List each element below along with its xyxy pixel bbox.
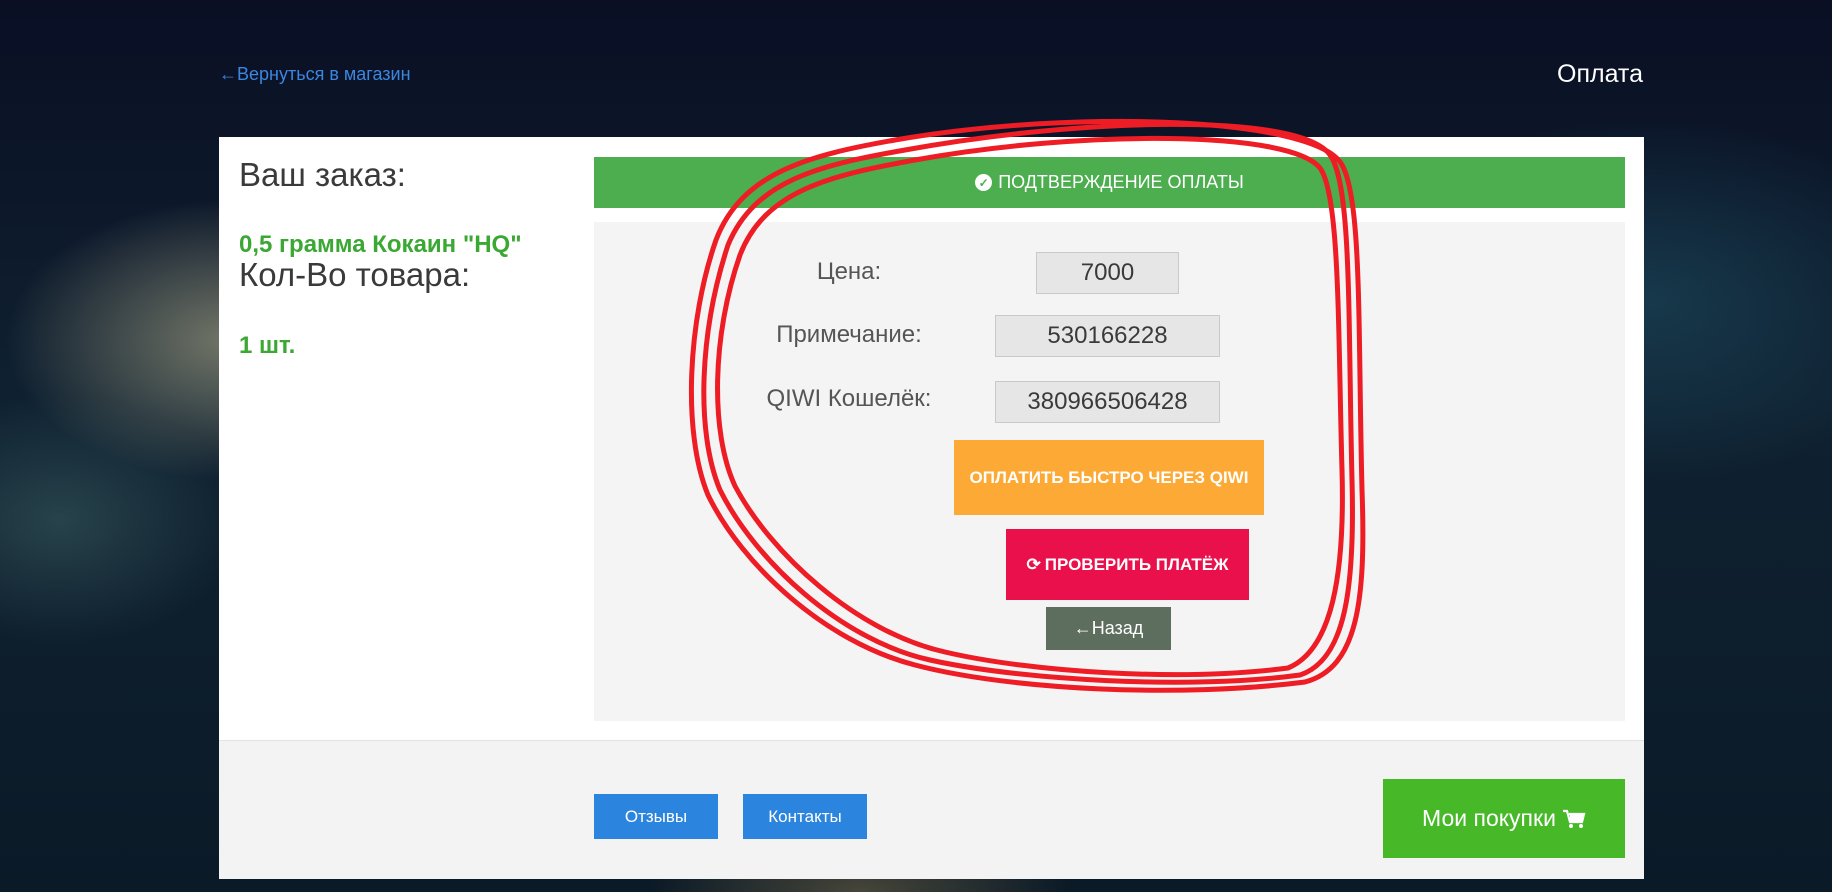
reviews-button[interactable]: Отзывы	[594, 794, 718, 839]
price-label: Цена:	[816, 258, 882, 285]
payment-confirmation-header: ✓ ПОДТВЕРЖДЕНИЕ ОПЛАТЫ	[594, 157, 1625, 208]
contacts-button[interactable]: Контакты	[743, 794, 867, 839]
check-circle-icon: ✓	[975, 174, 993, 191]
pay-via-qiwi-button[interactable]: ОПЛАТИТЬ БЫСТРО ЧЕРЕЗ QIWI	[954, 440, 1264, 515]
page-title: Оплата	[1557, 60, 1643, 88]
check-payment-button[interactable]: ⟳ ПРОВЕРИТЬ ПЛАТЁЖ	[1006, 529, 1249, 600]
quantity-label: Кол-Во товара:	[239, 256, 471, 293]
back-button[interactable]: ←Назад	[1046, 607, 1171, 650]
payment-confirmation-title: ПОДТВЕРЖДЕНИЕ ОПЛАТЫ	[998, 172, 1244, 192]
order-product: 0,5 грамма Кокаин "HQ"	[239, 231, 522, 258]
note-field[interactable]: 530166228	[995, 315, 1220, 357]
payment-panel: Цена: 7000 Примечание: 530166228 QIWI Ко…	[594, 222, 1625, 721]
back-to-shop-link[interactable]: ←Вернуться в магазин	[219, 64, 411, 85]
qiwi-wallet-label: QIWI Кошелёк:	[766, 385, 932, 412]
note-label: Примечание:	[776, 321, 922, 348]
my-purchases-button[interactable]: Мои покупки	[1383, 779, 1625, 858]
cart-icon	[1562, 809, 1586, 828]
refresh-icon: ⟳	[1026, 554, 1041, 574]
footer: Отзывы Контакты Мои покупки	[219, 740, 1644, 879]
check-payment-label: ПРОВЕРИТЬ ПЛАТЁЖ	[1044, 554, 1229, 574]
order-label: Ваш заказ:	[239, 156, 406, 193]
my-purchases-label: Мои покупки	[1422, 805, 1556, 831]
price-field[interactable]: 7000	[1036, 252, 1179, 294]
qiwi-wallet-field[interactable]: 380966506428	[995, 381, 1220, 423]
quantity-value: 1 шт.	[239, 332, 296, 359]
checkout-card: Ваш заказ: 0,5 грамма Кокаин "HQ" Кол-Во…	[219, 137, 1644, 879]
